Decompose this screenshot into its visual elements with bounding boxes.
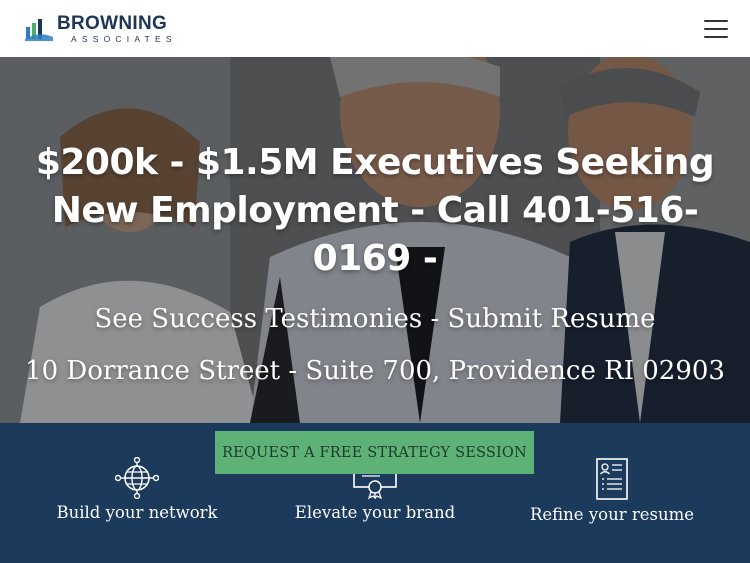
features-bar: REQUEST A FREE STRATEGY SESSION Build yo…	[0, 423, 750, 563]
brand-logo[interactable]: BROWNING ASSOCIATES	[25, 14, 177, 44]
resume-document-icon	[596, 458, 628, 500]
request-strategy-session-button[interactable]: REQUEST A FREE STRATEGY SESSION	[215, 431, 534, 474]
testimonies-resume-link[interactable]: See Success Testimonies - Submit Resume	[0, 304, 750, 334]
feature-label: Elevate your brand	[294, 503, 456, 522]
hero-title[interactable]: $200k - $1.5M Executives Seeking New Emp…	[20, 139, 730, 283]
globe-network-icon	[115, 457, 159, 499]
logo-subtitle: ASSOCIATES	[71, 33, 177, 44]
feature-label: Refine your resume	[529, 505, 694, 524]
logo-name: BROWNING	[57, 12, 168, 34]
hamburger-menu-icon[interactable]	[704, 19, 728, 38]
feature-label: Build your network	[56, 503, 218, 522]
site-header: BROWNING ASSOCIATES	[0, 0, 750, 57]
office-address: 10 Dorrance Street - Suite 700, Providen…	[25, 356, 725, 386]
hero-banner: $200k - $1.5M Executives Seeking New Emp…	[0, 57, 750, 423]
building-bars-icon	[25, 18, 53, 41]
